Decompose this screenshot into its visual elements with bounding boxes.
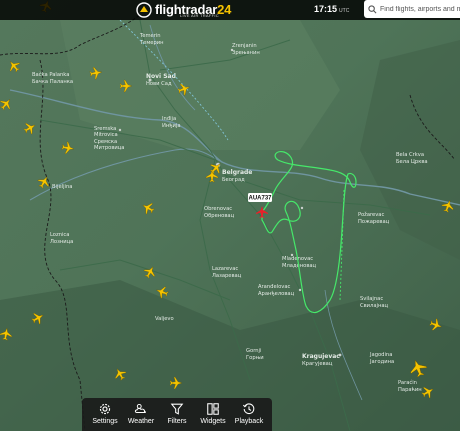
widgets-label: Widgets [200,418,226,425]
flightradar-app: Temerin Темерин Zrenjanin Зрењанин Bačka… [0,0,460,431]
label-novi-sad: Novi Sad [146,73,176,80]
label-loznica: Loznica [50,232,69,238]
filters-label: Filters [167,418,187,425]
label-belgrade-cyr: Београд [222,177,245,183]
gear-icon [99,403,111,415]
weather-label: Weather [127,418,155,425]
label-temerin: Temerin [139,33,161,39]
filters-button[interactable]: Filters [160,402,194,425]
search-input[interactable] [380,5,460,13]
label-valjevo: Valjevo [155,316,174,322]
label-arandjelovac-cyr: Аранђеловац [258,290,295,297]
label-indjija-cyr: Инђија [162,122,181,129]
label-backa-palanka: Bačka Palanka [32,71,69,78]
search-box[interactable] [364,0,460,18]
label-pozarevac-cyr: Пожаревац [358,219,390,225]
label-bela-crkva: Bela Crkva [396,152,424,158]
widgets-button[interactable]: Widgets [196,402,230,425]
label-bela-crkva-cyr: Бела Црква [396,159,428,165]
label-pozarevac: Požarevac [358,211,384,218]
search-icon [368,4,377,13]
label-mitrovica: Mitrovica [94,132,118,138]
label-jagodina: Jagodina [369,352,392,358]
label-paracin-cyr: Параћин [398,386,422,393]
bottom-toolbar: Settings Weather Filters Widgets Playbac… [82,398,272,431]
playback-button[interactable]: Playback [232,402,266,425]
widgets-icon [207,403,219,415]
label-paracin: Paraćin [398,379,417,386]
label-jagodina-cyr: Јагодина [369,359,394,365]
weather-cloud-icon [134,403,146,413]
label-belgrade: Belgrade [222,169,252,176]
brand-tagline: LIVE AIR TRAFFIC [180,13,219,18]
label-arandjelovac: Aranđelovac [258,284,290,290]
label-lazarevac-cyr: Лазаревац [212,273,242,279]
label-novi-sad-cyr: Нови Сад [146,81,172,87]
settings-button[interactable]: Settings [88,402,122,425]
settings-label: Settings [92,418,118,425]
label-loznica-cyr: Лозница [50,239,73,245]
brand-name-part2: 24 [217,2,232,17]
label-svilajnac-cyr: Свилајнац [360,303,389,309]
callsign-label: AUA737 [248,196,272,202]
label-zrenjanin-cyr: Зрењанин [232,50,260,56]
brand-logo[interactable]: flightradar24 LIVE AIR TRAFFIC [136,1,231,19]
label-backa-palanka-cyr: Бачка Паланка [32,79,73,85]
label-gornji-cyr: Горњи [246,355,264,361]
label-kragujevac: Kragujevac [302,353,340,360]
weather-button[interactable]: Weather [124,402,158,425]
filter-funnel-icon [170,403,184,415]
radar-logo-icon [136,2,152,18]
callsign-tag[interactable]: AUA737 [248,193,272,202]
utc-clock: 17:15 UTC [314,4,349,14]
map-canvas[interactable]: Temerin Темерин Zrenjanin Зрењанин Bačka… [0,0,460,431]
label-indjija: Inđija [162,116,176,122]
playback-clock-icon [242,403,255,415]
label-kragujevac-cyr: Крагујевац [302,361,333,367]
label-obrenovac: Obrenovac [204,206,232,212]
label-gornji: Gornji [246,348,261,354]
label-obrenovac-cyr: Обреновац [204,213,235,219]
clock-time: 17:15 [314,4,338,14]
clock-timezone: UTC [339,8,350,14]
label-svilajnac: Svilajnac [360,296,383,302]
label-mitrovica-cyr: Митровица [94,145,124,151]
label-zrenjanin: Zrenjanin [232,43,257,49]
playback-label: Playback [234,418,264,425]
label-bijeljina: Bijeljina [52,184,72,190]
label-lazarevac: Lazarevac [212,266,238,272]
